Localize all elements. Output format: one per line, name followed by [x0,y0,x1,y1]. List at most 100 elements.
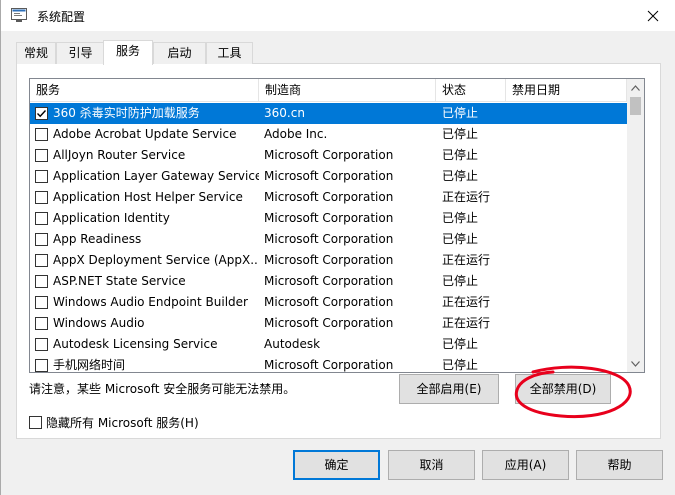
tab-services[interactable]: 服务 [103,40,153,65]
service-disabled-date [512,124,622,145]
service-disabled-date [512,187,622,208]
tab-tools[interactable]: 工具 [206,42,253,64]
service-name: 手机网络时间 [53,358,126,372]
service-row[interactable]: Windows Audio Microsoft Corporation 正在运行 [30,313,627,334]
close-button[interactable] [630,0,675,31]
service-checkbox[interactable] [35,212,48,225]
close-icon [647,10,659,21]
service-status: 已停止 [442,232,479,246]
service-manufacturer: Microsoft Corporation [264,232,394,246]
service-disabled-date [512,334,622,355]
service-checkbox[interactable] [35,170,48,183]
scroll-down-button[interactable] [627,355,644,372]
service-row[interactable]: AppX Deployment Service (AppX... Microsof… [30,250,627,271]
service-status: 已停止 [442,358,479,372]
service-checkbox[interactable] [35,359,48,372]
service-name: 360 杀毒实时防护加载服务 [53,106,200,120]
service-status: 正在运行 [442,295,491,309]
service-checkbox[interactable] [35,107,48,120]
service-checkbox[interactable] [35,149,48,162]
service-row[interactable]: AllJoyn Router Service Microsoft Corporat… [30,145,627,166]
checkbox-box[interactable] [29,415,42,429]
service-manufacturer: Autodesk [264,337,321,351]
service-manufacturer: Microsoft Corporation [264,148,394,162]
scroll-thumb[interactable] [630,97,641,115]
service-status: 已停止 [442,337,479,351]
column-header-disabled-date[interactable]: 禁用日期 [506,79,627,102]
ok-button[interactable]: 确定 [293,450,380,480]
enable-all-button[interactable]: 全部启用(E) [399,374,499,404]
service-row[interactable]: Adobe Acrobat Update Service Adobe Inc. 已停… [30,124,627,145]
service-row[interactable]: Windows Audio Endpoint Builder Microsoft … [30,292,627,313]
service-row[interactable]: Autodesk Licensing Service Autodesk 已停止 [30,334,627,355]
service-row[interactable]: Application Layer Gateway Service Microso… [30,166,627,187]
service-disabled-date [512,271,622,292]
service-disabled-date [512,292,622,313]
service-manufacturer: Microsoft Corporation [264,358,394,372]
service-status: 正在运行 [442,316,491,330]
service-status: 已停止 [442,211,479,225]
service-status: 已停止 [442,169,479,183]
service-status: 正在运行 [442,190,491,204]
service-disabled-date [512,250,622,271]
service-manufacturer: Adobe Inc. [264,127,328,141]
service-checkbox[interactable] [35,296,48,309]
service-status: 已停止 [442,148,479,162]
chevron-up-icon [631,84,640,91]
service-checkbox[interactable] [35,191,48,204]
list-header: 服务 制造商 状态 禁用日期 [30,79,644,102]
service-disabled-date [512,208,622,229]
service-name: ASP.NET State Service [53,274,186,288]
service-checkbox[interactable] [35,275,48,288]
service-manufacturer: Microsoft Corporation [264,316,394,330]
service-name: App Readiness [53,232,142,246]
tab-label: 引导 [68,46,93,60]
service-manufacturer: Microsoft Corporation [264,274,394,288]
service-row[interactable]: App Readiness Microsoft Corporation 已停止 [30,229,627,250]
tab-label: 启动 [167,46,192,60]
service-disabled-date [512,229,622,250]
service-name: Windows Audio [53,316,145,330]
service-manufacturer: Microsoft Corporation [264,211,394,225]
column-header-service[interactable]: 服务 [30,79,259,102]
services-list[interactable]: 服务 制造商 状态 禁用日期 360 杀毒实时防护加载服务 360.cn 已停止 Ad… [29,78,645,373]
service-checkbox[interactable] [35,254,48,267]
service-manufacturer: Microsoft Corporation [264,169,394,183]
service-name: Autodesk Licensing Service [53,337,218,351]
cancel-button[interactable]: 取消 [388,450,475,480]
column-header-manufacturer[interactable]: 制造商 [259,79,436,102]
service-row[interactable]: 手机网络时间 Microsoft Corporation 已停止 [30,355,627,372]
service-row[interactable]: Application Host Helper Service Microsoft… [30,187,627,208]
scroll-up-button[interactable] [627,79,644,96]
service-checkbox[interactable] [35,128,48,141]
service-checkbox[interactable] [35,317,48,330]
vertical-scrollbar[interactable] [627,79,644,372]
service-disabled-date [512,313,622,334]
service-checkbox[interactable] [35,233,48,246]
hide-ms-services-checkbox[interactable]: 隐藏所有 Microsoft 服务(H) [29,414,199,430]
tab-startup[interactable]: 启动 [153,42,206,64]
tab-label: 服务 [115,44,140,58]
service-status: 已停止 [442,127,479,141]
chevron-down-icon [631,360,640,367]
apply-button[interactable]: 应用(A) [482,450,569,480]
tab-boot[interactable]: 引导 [56,42,105,64]
service-disabled-date [512,355,622,372]
tab-label: 工具 [217,46,242,60]
help-button[interactable]: 帮助 [576,450,663,480]
tab-general[interactable]: 常规 [16,42,56,64]
service-name: AppX Deployment Service (AppX... [53,253,259,267]
service-status: 正在运行 [442,253,491,267]
hide-ms-services-label: 隐藏所有 Microsoft 服务(H) [46,415,199,430]
service-checkbox[interactable] [35,338,48,351]
service-disabled-date [512,145,622,166]
service-row[interactable]: 360 杀毒实时防护加载服务 360.cn 已停止 [30,103,627,124]
service-manufacturer: Microsoft Corporation [264,190,394,204]
service-row[interactable]: Application Identity Microsoft Corporatio… [30,208,627,229]
disable-all-button[interactable]: 全部禁用(D) [515,374,611,404]
service-row[interactable]: ASP.NET State Service Microsoft Corporati… [30,271,627,292]
title-bar: 系统配置 [1,0,675,31]
service-manufacturer: Microsoft Corporation [264,253,394,267]
checkmark-icon [37,110,47,118]
column-header-status[interactable]: 状态 [436,79,506,102]
